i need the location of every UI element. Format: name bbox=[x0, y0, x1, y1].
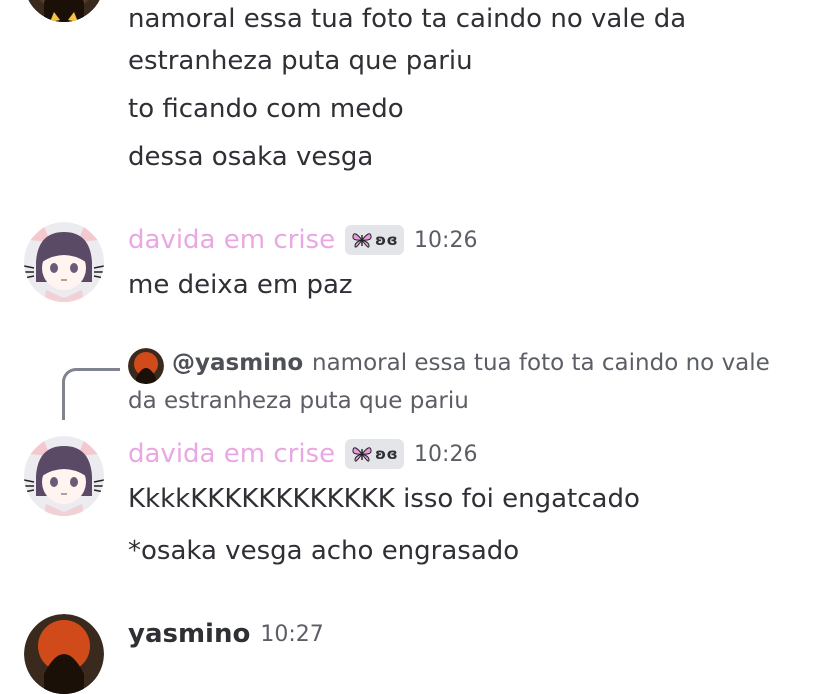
butterfly-icon bbox=[352, 233, 372, 248]
timestamp[interactable]: 10:26 bbox=[414, 442, 477, 467]
avatar-yasmino[interactable] bbox=[24, 614, 104, 694]
message-text: KkkkKKKKKKKKKKKK isso foi engatcado bbox=[128, 484, 640, 514]
message-text: namoral essa tua foto ta caindo no vale … bbox=[128, 4, 687, 34]
timestamp[interactable]: 10:26 bbox=[414, 228, 477, 253]
message-header: davida em crise ʚɞ 10:26 bbox=[128, 220, 477, 260]
message-header: yasmino 10:27 bbox=[128, 614, 324, 654]
message-text: to ficando com medo bbox=[128, 94, 404, 124]
username[interactable]: yasmino bbox=[128, 619, 250, 649]
server-tag-text: ʚɞ bbox=[375, 231, 399, 249]
server-tag-badge[interactable]: ʚɞ bbox=[345, 225, 405, 255]
avatar-davida[interactable] bbox=[24, 436, 104, 516]
reply-preview-text[interactable]: namoral essa tua foto ta caindo no vale bbox=[312, 350, 770, 376]
reply-spine bbox=[62, 368, 120, 420]
server-tag-badge[interactable]: ʚɞ bbox=[345, 439, 405, 469]
timestamp[interactable]: 10:27 bbox=[260, 622, 323, 647]
reply-author[interactable]: @yasmino bbox=[172, 350, 303, 376]
message-text: me deixa em paz bbox=[128, 270, 353, 300]
message-header: davida em crise ʚɞ 10:26 bbox=[128, 434, 477, 474]
message-text: estranheza puta que pariu bbox=[128, 46, 473, 76]
avatar-davida[interactable] bbox=[24, 222, 104, 302]
server-tag-text: ʚɞ bbox=[375, 445, 399, 463]
message-text: dessa osaka vesga bbox=[128, 142, 374, 172]
username[interactable]: davida em crise bbox=[128, 225, 335, 255]
message-text: *osaka vesga acho engrasado bbox=[128, 536, 520, 566]
butterfly-icon bbox=[352, 447, 372, 462]
username[interactable]: davida em crise bbox=[128, 439, 335, 469]
reply-avatar bbox=[128, 348, 164, 384]
avatar-yasmino[interactable] bbox=[24, 0, 104, 22]
reply-preview-text[interactable]: da estranheza puta que pariu bbox=[128, 388, 469, 414]
